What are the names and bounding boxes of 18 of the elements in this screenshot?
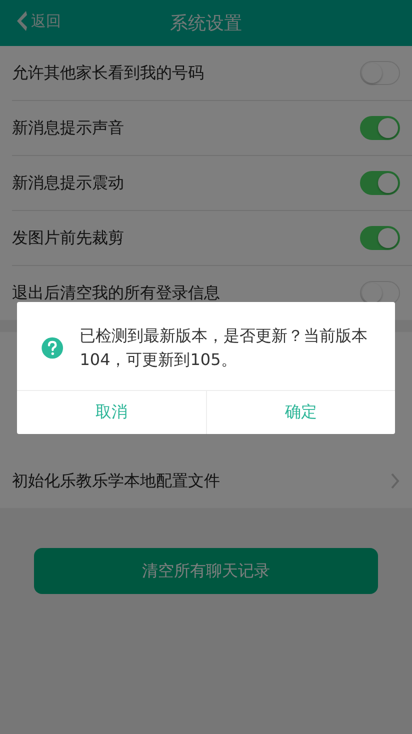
setting-label: 退出后清空我的所有登录信息 <box>12 282 220 304</box>
dialog-button[interactable]: 取消 <box>17 391 206 434</box>
dialog-message: 已检测到最新版本，是否更新？当前版本104，可更新到105。 <box>80 325 369 371</box>
setting-label: 新消息提示震动 <box>12 172 124 194</box>
toggle-switch[interactable] <box>360 171 400 195</box>
setting-label: 新消息提示声音 <box>12 118 124 138</box>
toggle-switch[interactable] <box>360 116 400 140</box>
back-button[interactable]: 返回 <box>14 10 61 32</box>
toggle-switch[interactable] <box>360 226 400 250</box>
back-arrow-icon <box>14 10 28 32</box>
clear-chat-button[interactable]: 清空所有聊天记录 <box>34 548 378 594</box>
toggle-switch[interactable] <box>360 61 400 85</box>
page-title: 系统设置 <box>170 12 242 35</box>
chevron-right-icon <box>390 473 400 489</box>
dialog-button[interactable]: 确定 <box>206 391 395 434</box>
setting-label[interactable]: 初始化乐教乐学本地配置文件 <box>12 470 220 492</box>
setting-label: 发图片前先裁剪 <box>12 228 124 248</box>
setting-label: 允许其他家长看到我的号码 <box>12 62 204 84</box>
